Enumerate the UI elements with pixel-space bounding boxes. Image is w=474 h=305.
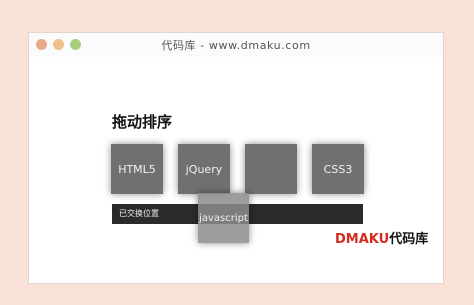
sortable-tile-placeholder[interactable]: [245, 144, 297, 194]
sortable-tile-jquery[interactable]: jQuery: [178, 144, 230, 194]
dragging-tile-javascript[interactable]: javascript: [198, 193, 249, 243]
title-bar: 代码库 - www.dmaku.com: [29, 33, 443, 57]
logo-latin-text: DMAKU: [335, 232, 390, 247]
site-logo: DMAKU代码库: [335, 228, 428, 247]
sortable-tile-html5[interactable]: HTML5: [111, 144, 163, 194]
browser-window: 代码库 - www.dmaku.com 拖动排序 HTML5 jQuery CS…: [28, 32, 444, 284]
logo-cjk-text: 代码库: [389, 232, 429, 247]
sortable-tile-css3[interactable]: CSS3: [312, 144, 364, 194]
window-title: 代码库 - www.dmaku.com: [161, 39, 311, 52]
page-heading: 拖动排序: [112, 113, 173, 131]
